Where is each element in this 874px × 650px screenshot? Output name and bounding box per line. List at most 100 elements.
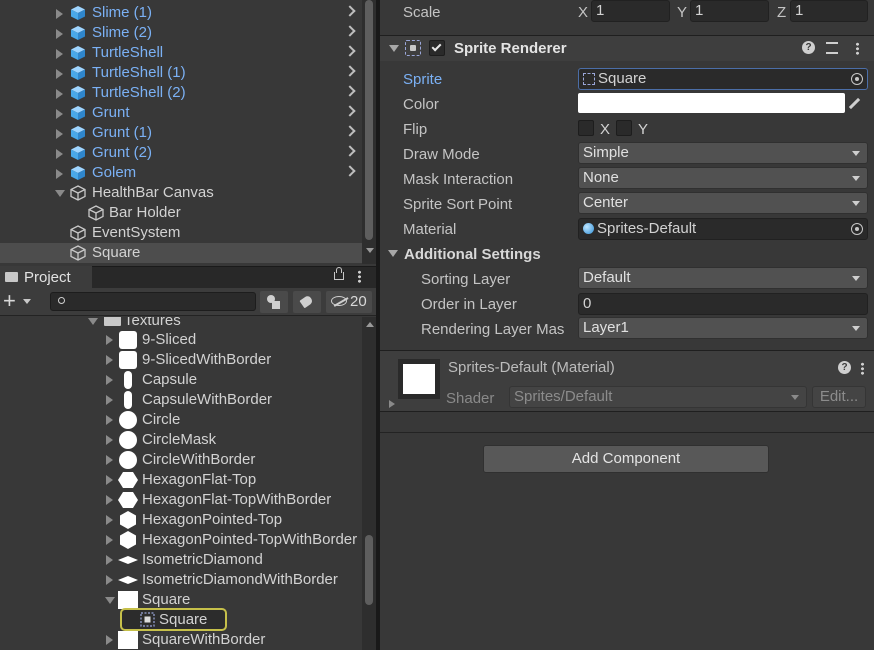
material-picker-icon[interactable] [851, 223, 863, 235]
asset-item[interactable]: Circle [0, 410, 362, 430]
asset-item[interactable]: 9-SlicedWithBorder [0, 350, 362, 370]
scale-x-input[interactable]: 1 [591, 0, 670, 22]
scale-z-input[interactable]: 1 [790, 0, 868, 22]
asset-item[interactable]: HexagonFlat-TopWithBorder [0, 490, 362, 510]
hierarchy-item[interactable]: TurtleShell (2) [0, 83, 362, 103]
project-menu-icon[interactable] [358, 270, 361, 283]
hidden-packages-button[interactable]: 20 [326, 291, 372, 313]
hierarchy-item[interactable]: Golem [0, 163, 362, 183]
asset-item[interactable]: IsometricDiamond [0, 550, 362, 570]
expand-arrow-icon[interactable] [106, 555, 113, 565]
hierarchy-scrollbar-thumb[interactable] [365, 0, 373, 240]
presets-icon[interactable] [826, 42, 838, 54]
collapse-arrow-icon[interactable] [88, 318, 98, 325]
open-prefab-chevron-icon[interactable] [344, 25, 356, 37]
material-menu-icon[interactable] [861, 362, 864, 375]
hierarchy-item[interactable]: Grunt [0, 103, 362, 123]
asset-item[interactable]: CircleMask [0, 430, 362, 450]
asset-item[interactable]: IsometricDiamondWithBorder [0, 570, 362, 590]
shader-dropdown[interactable]: Sprites/Default [509, 386, 807, 408]
open-prefab-chevron-icon[interactable] [344, 105, 356, 117]
project-scrollbar-thumb[interactable] [365, 535, 373, 605]
filter-by-type-button[interactable] [260, 291, 288, 313]
sprite-picker-icon[interactable] [851, 73, 863, 85]
expand-arrow-icon[interactable] [56, 9, 63, 19]
expand-arrow-icon[interactable] [56, 89, 63, 99]
hierarchy-item[interactable]: Grunt (2) [0, 143, 362, 163]
expand-arrow-icon[interactable] [106, 435, 113, 445]
hierarchy-item[interactable]: Slime (1) [0, 3, 362, 23]
expand-arrow-icon[interactable] [106, 395, 113, 405]
order-in-layer-input[interactable]: 0 [578, 293, 868, 315]
open-prefab-chevron-icon[interactable] [344, 145, 356, 157]
expand-arrow-icon[interactable] [56, 109, 63, 119]
asset-item[interactable]: HexagonPointed-TopWithBorder [0, 530, 362, 550]
additional-settings-foldout-icon[interactable] [388, 250, 398, 257]
hierarchy-item[interactable]: Slime (2) [0, 23, 362, 43]
collapse-arrow-icon[interactable] [105, 597, 115, 604]
asset-item[interactable]: SquareWithBorder [0, 630, 362, 650]
material-object-field[interactable]: Sprites-Default [578, 218, 868, 240]
expand-arrow-icon[interactable] [106, 575, 113, 585]
expand-arrow-icon[interactable] [56, 129, 63, 139]
sprite-renderer-enabled-checkbox[interactable] [429, 40, 445, 56]
expand-arrow-icon[interactable] [106, 475, 113, 485]
open-prefab-chevron-icon[interactable] [344, 45, 356, 57]
sprite-renderer-foldout-icon[interactable] [389, 45, 399, 52]
filter-by-label-button[interactable] [293, 291, 321, 313]
sprite-sort-point-dropdown[interactable]: Center [578, 192, 868, 214]
expand-arrow-icon[interactable] [56, 169, 63, 179]
asset-item[interactable]: CircleWithBorder [0, 450, 362, 470]
expand-arrow-icon[interactable] [106, 515, 113, 525]
expand-arrow-icon[interactable] [106, 335, 113, 345]
collapse-arrow-icon[interactable] [55, 190, 65, 197]
help-icon[interactable]: ? [838, 361, 851, 374]
asset-item[interactable]: CapsuleWithBorder [0, 390, 362, 410]
material-foldout-icon[interactable] [389, 400, 395, 408]
sprite-object-field[interactable]: Square [578, 68, 868, 90]
add-button[interactable]: + [3, 288, 16, 314]
color-swatch[interactable] [578, 93, 845, 113]
asset-item[interactable]: Square [0, 590, 362, 610]
component-menu-icon[interactable] [856, 42, 859, 55]
scale-y-input[interactable]: 1 [690, 0, 769, 22]
mask-interaction-dropdown[interactable]: None [578, 167, 868, 189]
add-component-button[interactable]: Add Component [483, 445, 769, 473]
sorting-layer-dropdown[interactable]: Default [578, 267, 868, 289]
project-tab[interactable]: Project [0, 266, 92, 288]
hierarchy-item[interactable]: TurtleShell [0, 43, 362, 63]
draw-mode-dropdown[interactable]: Simple [578, 142, 868, 164]
add-dropdown-arrow-icon[interactable] [23, 299, 31, 304]
open-prefab-chevron-icon[interactable] [344, 85, 356, 97]
open-prefab-chevron-icon[interactable] [344, 165, 356, 177]
hierarchy-scroll-down-arrow[interactable] [366, 248, 374, 253]
lock-icon[interactable] [334, 272, 344, 280]
expand-arrow-icon[interactable] [106, 355, 113, 365]
expand-arrow-icon[interactable] [106, 535, 113, 545]
expand-arrow-icon[interactable] [56, 29, 63, 39]
hierarchy-item[interactable]: EventSystem [0, 223, 362, 243]
open-prefab-chevron-icon[interactable] [344, 125, 356, 137]
hierarchy-item[interactable]: Grunt (1) [0, 123, 362, 143]
hierarchy-item[interactable]: Bar Holder [0, 203, 362, 223]
asset-item[interactable]: HexagonFlat-Top [0, 470, 362, 490]
project-scroll-up-arrow[interactable] [366, 322, 374, 327]
hierarchy-item[interactable]: TurtleShell (1) [0, 63, 362, 83]
expand-arrow-icon[interactable] [56, 49, 63, 59]
expand-arrow-icon[interactable] [106, 375, 113, 385]
expand-arrow-icon[interactable] [56, 149, 63, 159]
rendering-layer-mask-dropdown[interactable]: Layer1 [578, 317, 868, 339]
expand-arrow-icon[interactable] [56, 69, 63, 79]
asset-item[interactable]: HexagonPointed-Top [0, 510, 362, 530]
expand-arrow-icon[interactable] [106, 455, 113, 465]
edit-shader-button[interactable]: Edit... [812, 386, 866, 408]
search-input[interactable] [50, 292, 256, 311]
expand-arrow-icon[interactable] [106, 495, 113, 505]
flip-x-checkbox[interactable] [578, 120, 594, 136]
folder-row-textures[interactable]: Textures [0, 317, 362, 331]
open-prefab-chevron-icon[interactable] [344, 65, 356, 77]
help-icon[interactable]: ? [802, 41, 815, 54]
hierarchy-item[interactable]: Square [0, 243, 362, 263]
additional-settings-label[interactable]: Additional Settings [404, 246, 541, 263]
asset-item[interactable]: 9-Sliced [0, 330, 362, 350]
